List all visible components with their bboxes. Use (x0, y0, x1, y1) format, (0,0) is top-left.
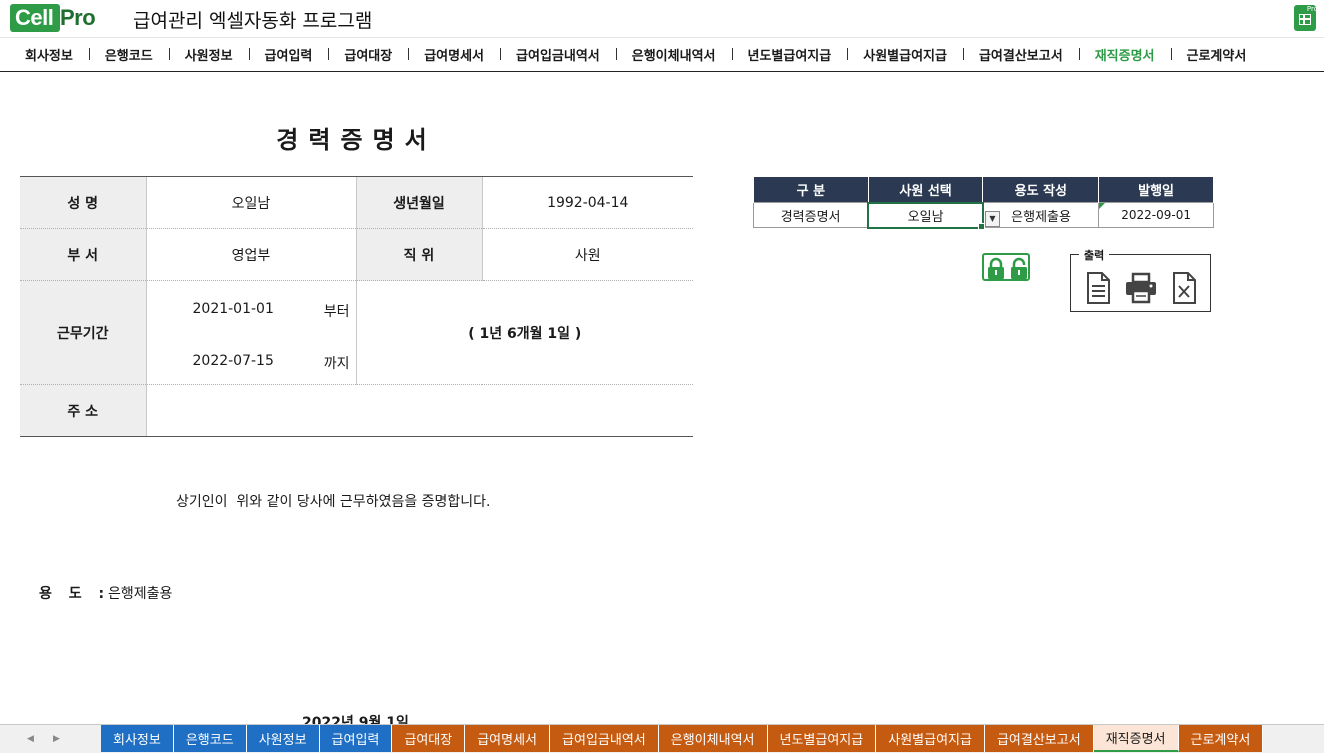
sheet-tab-by-employee[interactable]: 사원별급여지급 (876, 725, 985, 752)
dept-value: 영업부 (145, 228, 356, 281)
certificate-title: 경력증명서 (276, 126, 437, 154)
dept-label: 부 서 (20, 228, 146, 281)
sheet-nav: ◀ ▶ (0, 725, 100, 753)
lock-unlock-icon (988, 257, 1027, 279)
top-menu: 회사정보 은행코드 사원정보 급여입력 급여대장 급여명세서 급여입금내역서 은… (0, 38, 1324, 72)
menu-item-yearly[interactable]: 년도별급여지급 (731, 45, 848, 64)
address-label: 주 소 (20, 384, 146, 437)
birth-label: 생년월일 (355, 176, 482, 229)
period-label: 근무기간 (20, 280, 146, 385)
prev-sheet-icon[interactable]: ◀ (27, 734, 34, 744)
menu-item-deposit[interactable]: 급여입금내역서 (500, 45, 616, 64)
period-to: 2022-07-15 (192, 353, 274, 369)
menu-item-transfer[interactable]: 은행이체내역서 (615, 45, 732, 64)
title-bar: Cell Pro 급여관리 엑셀자동화 프로그램 Pro (0, 0, 1324, 38)
sheet-tab-payroll[interactable]: 급여대장 (392, 725, 466, 752)
period-duration: ( 1년 6개월 1일 ) (355, 280, 693, 385)
output-label: 출력 (1079, 247, 1110, 263)
menu-item-payslip[interactable]: 급여명세서 (408, 45, 500, 64)
header-employee: 사원 선택 (867, 176, 984, 203)
control-table: 구 분 사원 선택 용도 작성 발행일 경력증명서 오일남 은행제출용 2022… (753, 176, 1214, 231)
app-title: 급여관리 엑셀자동화 프로그램 (133, 10, 373, 32)
header-purpose: 용도 작성 (982, 176, 1100, 203)
sheet-tab-bank-code[interactable]: 은행코드 (173, 725, 247, 752)
period-from-suffix: 부터 (323, 304, 350, 320)
sheet-tab-company[interactable]: 회사정보 (101, 725, 174, 752)
cellpro-logo: Cell Pro (10, 4, 98, 34)
header-issue-date: 발행일 (1098, 176, 1214, 203)
output-group: 출력 (1070, 247, 1211, 312)
name-label: 성 명 (20, 176, 146, 229)
doc-type-cell[interactable]: 경력증명서 (753, 202, 869, 228)
employee-dropdown-button[interactable]: ▼ (985, 211, 1000, 227)
menu-item-contract[interactable]: 근로계약서 (1170, 45, 1263, 64)
sheet-tab-contract[interactable]: 근로계약서 (1178, 725, 1264, 752)
certificate-table: 성 명 오일남 생년월일 1992-04-14 부 서 영업부 직 위 사원 근… (20, 176, 693, 437)
purpose-value: 은행제출용 (108, 586, 173, 602)
menu-item-employee[interactable]: 사원정보 (168, 45, 249, 64)
period-from: 2021-01-01 (192, 301, 274, 317)
spreadsheet-icon[interactable]: Pro (1294, 5, 1318, 31)
menu-item-bank-code[interactable]: 은행코드 (88, 45, 169, 64)
header-type: 구 분 (753, 176, 869, 203)
sheet-tab-transfer[interactable]: 은행이체내역서 (658, 725, 768, 752)
lock-toggle-button[interactable] (982, 253, 1030, 281)
menu-item-company[interactable]: 회사정보 (0, 45, 89, 64)
sheet-tab-pay-input[interactable]: 급여입력 (319, 725, 393, 752)
sheet-tab-settlement[interactable]: 급여결산보고서 (984, 725, 1094, 752)
menu-item-by-employee[interactable]: 사원별급여지급 (847, 45, 963, 64)
purpose-input[interactable]: 은행제출용 (982, 202, 1100, 228)
certification-statement: 상기인이 위와 같이 당사에 근무하였음을 증명합니다. (176, 494, 491, 510)
next-sheet-icon[interactable]: ▶ (53, 734, 60, 744)
position-label: 직 위 (355, 228, 482, 281)
menu-item-pay-input[interactable]: 급여입력 (248, 45, 329, 64)
menu-item-employment-cert[interactable]: 재직증명서 (1078, 45, 1171, 64)
employee-select[interactable]: 오일남 (867, 201, 986, 231)
name-value: 오일남 (145, 176, 356, 229)
cancel-document-icon[interactable] (1169, 271, 1199, 305)
sheet-tab-employee[interactable]: 사원정보 (246, 725, 320, 752)
period-to-suffix: 까지 (323, 356, 350, 372)
period-dates: 2021-01-01 부터 2022-07-15 까지 (145, 280, 356, 385)
print-icon[interactable] (1124, 271, 1158, 305)
sheet-tab-yearly[interactable]: 년도별급여지급 (767, 725, 877, 752)
purpose-label: 용 도 : (39, 586, 111, 602)
sheet-tab-payslip[interactable]: 급여명세서 (465, 725, 551, 752)
menu-item-payroll[interactable]: 급여대장 (328, 45, 408, 64)
issue-date-input[interactable]: 2022-09-01 (1098, 202, 1214, 228)
sheet-tab-employment-cert[interactable]: 재직증명서 (1093, 725, 1179, 752)
sheet-tab-deposit[interactable]: 급여입금내역서 (550, 725, 659, 752)
sheet-tab-bar: ◀ ▶ 회사정보 은행코드 사원정보 급여입력 급여대장 급여명세서 급여입금내… (0, 724, 1324, 753)
address-value (145, 384, 693, 437)
position-value: 사원 (481, 228, 693, 281)
birth-value: 1992-04-14 (481, 176, 693, 229)
document-icon[interactable] (1083, 271, 1113, 305)
menu-item-settlement[interactable]: 급여결산보고서 (962, 45, 1079, 64)
